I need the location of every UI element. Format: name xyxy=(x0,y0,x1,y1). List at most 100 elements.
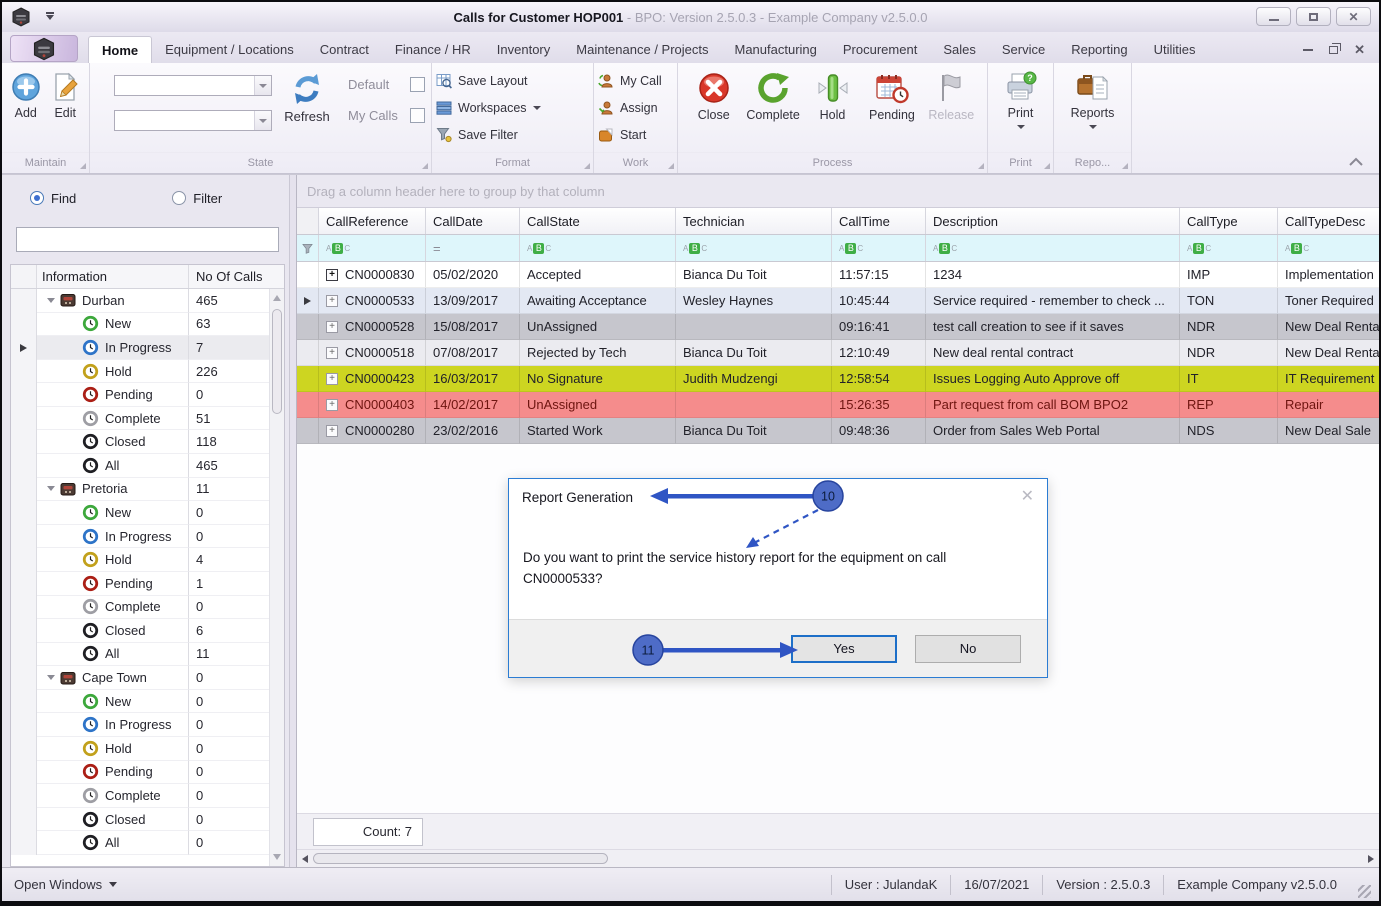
column-header-calltime[interactable]: CallTime xyxy=(832,208,926,234)
tree-item-in-progress[interactable]: In Progress 7 xyxy=(11,336,284,360)
tree-item-closed[interactable]: Closed 6 xyxy=(11,619,284,643)
save-filter-button[interactable]: Save Filter xyxy=(436,121,587,148)
group-dialog-launcher-icon[interactable] xyxy=(1044,163,1050,169)
group-dialog-launcher-icon[interactable] xyxy=(1122,163,1128,169)
call-row-cn0000423[interactable]: + CN0000423 16/03/2017 No Signature Judith M… xyxy=(297,366,1379,392)
expand-row-icon[interactable]: + xyxy=(326,294,338,307)
filter-cell-description[interactable]: ABC xyxy=(926,235,1180,261)
hold-button[interactable]: Hold xyxy=(803,67,862,152)
print-button[interactable]: ? Print xyxy=(994,67,1047,152)
column-header-description[interactable]: Description xyxy=(926,208,1180,234)
tab-contract[interactable]: Contract xyxy=(307,36,382,63)
expand-row-icon[interactable]: + xyxy=(326,398,338,411)
filter-funnel-icon[interactable] xyxy=(297,235,319,261)
column-header-calldate[interactable]: CallDate xyxy=(426,208,520,234)
expand-row-icon[interactable]: + xyxy=(326,372,338,385)
yes-button[interactable]: Yes xyxy=(791,634,897,663)
filter-cell-callreference[interactable]: ABC xyxy=(319,235,426,261)
scroll-right-icon[interactable] xyxy=(1368,855,1374,863)
scroll-up-icon[interactable] xyxy=(273,295,281,301)
column-header-calltype[interactable]: CallType xyxy=(1180,208,1278,234)
tree-item-hold[interactable]: Hold 0 xyxy=(11,736,284,761)
expand-arrow-icon[interactable] xyxy=(47,675,55,681)
open-windows-button[interactable]: Open Windows xyxy=(14,877,118,892)
search-input[interactable] xyxy=(16,227,279,252)
minimize-button[interactable] xyxy=(1256,7,1291,26)
filter-cell-callstate[interactable]: ABC xyxy=(520,235,676,261)
tab-procurement[interactable]: Procurement xyxy=(830,36,930,63)
collapse-ribbon-icon[interactable] xyxy=(1347,155,1365,167)
call-row-cn0000830[interactable]: + CN0000830 05/02/2020 Accepted Bianca Du To… xyxy=(297,262,1379,288)
tree-column-no-of-calls[interactable]: No Of Calls xyxy=(189,265,269,288)
tree-item-hold[interactable]: Hold 4 xyxy=(11,548,284,572)
assign-button[interactable]: Assign xyxy=(598,94,671,121)
tab-service[interactable]: Service xyxy=(989,36,1058,63)
tree-item-new[interactable]: New 0 xyxy=(11,689,284,714)
filter-radio[interactable]: Filter xyxy=(172,191,222,206)
group-dialog-launcher-icon[interactable] xyxy=(422,163,428,169)
tree-column-information[interactable]: Information xyxy=(37,265,189,288)
release-button[interactable]: Release xyxy=(922,67,981,152)
scroll-down-icon[interactable] xyxy=(273,854,281,860)
tab-sales[interactable]: Sales xyxy=(930,36,989,63)
call-row-cn0000533[interactable]: + CN0000533 13/09/2017 Awaiting Acceptance W… xyxy=(297,288,1379,314)
tab-maintenance-projects[interactable]: Maintenance / Projects xyxy=(563,36,721,63)
tab-inventory[interactable]: Inventory xyxy=(484,36,563,63)
expand-row-icon[interactable]: + xyxy=(326,424,338,437)
call-row-cn0000528[interactable]: + CN0000528 15/08/2017 UnAssigned 09:16:41 te… xyxy=(297,314,1379,340)
expand-row-icon[interactable]: + xyxy=(326,320,338,333)
call-row-cn0000280[interactable]: + CN0000280 23/02/2016 Started Work Bianca D… xyxy=(297,418,1379,444)
resize-grip[interactable] xyxy=(1358,885,1371,898)
tree-item-all[interactable]: All 11 xyxy=(11,642,284,667)
tree-item-new[interactable]: New 63 xyxy=(11,312,284,337)
column-header-technician[interactable]: Technician xyxy=(676,208,832,234)
tree-item-pending[interactable]: Pending 1 xyxy=(11,571,284,596)
column-header-calltypedesc[interactable]: CallTypeDesc xyxy=(1278,208,1379,234)
no-button[interactable]: No xyxy=(915,634,1021,663)
tab-manufacturing[interactable]: Manufacturing xyxy=(722,36,830,63)
expand-arrow-icon[interactable] xyxy=(47,486,55,492)
application-menu-button[interactable] xyxy=(10,35,78,62)
tree-item-all[interactable]: All 0 xyxy=(11,831,284,855)
call-row-cn0000403[interactable]: + CN0000403 14/02/2017 UnAssigned 15:26:35 Pa… xyxy=(297,392,1379,418)
tab-equipment-locations[interactable]: Equipment / Locations xyxy=(152,36,307,63)
tree-item-closed[interactable]: Closed 118 xyxy=(11,430,284,455)
dialog-close-icon[interactable]: ✕ xyxy=(1021,489,1034,505)
edit-button[interactable]: Edit xyxy=(48,67,84,152)
scrollbar-thumb[interactable] xyxy=(313,852,608,864)
state-combo-2[interactable] xyxy=(114,110,272,131)
my-calls-checkbox[interactable] xyxy=(410,108,425,123)
find-radio[interactable]: Find xyxy=(30,191,76,206)
add-button[interactable]: Add xyxy=(8,67,44,152)
expand-arrow-icon[interactable] xyxy=(47,297,55,303)
filter-cell-technician[interactable]: ABC xyxy=(676,235,832,261)
tree-item-pending[interactable]: Pending 0 xyxy=(11,383,284,407)
save-layout-button[interactable]: Save Layout xyxy=(436,67,587,94)
filter-cell-calltypedesc[interactable]: ABC xyxy=(1278,235,1379,261)
mdi-close-icon[interactable]: ✕ xyxy=(1354,43,1365,56)
group-by-bar[interactable]: Drag a column header here to group by th… xyxy=(297,175,1379,208)
expand-row-icon[interactable]: + xyxy=(326,346,338,359)
chevron-down-icon[interactable] xyxy=(254,111,271,130)
tree-item-complete[interactable]: Complete 51 xyxy=(11,406,284,431)
tree-item-all[interactable]: All 465 xyxy=(11,454,284,478)
tree-item-new[interactable]: New 0 xyxy=(11,501,284,525)
tab-reporting[interactable]: Reporting xyxy=(1058,36,1140,63)
start-button[interactable]: Start xyxy=(598,121,671,148)
scroll-left-icon[interactable] xyxy=(302,855,308,863)
tab-home[interactable]: Home xyxy=(88,36,153,63)
column-header-callstate[interactable]: CallState xyxy=(520,208,676,234)
filter-cell-calltime[interactable]: ABC xyxy=(832,235,926,261)
tree-item-pending[interactable]: Pending 0 xyxy=(11,760,284,785)
group-dialog-launcher-icon[interactable] xyxy=(978,163,984,169)
tab-finance-hr[interactable]: Finance / HR xyxy=(382,36,484,63)
mdi-minimize-icon[interactable] xyxy=(1303,48,1314,51)
tree-item-closed[interactable]: Closed 0 xyxy=(11,807,284,832)
default-checkbox[interactable] xyxy=(410,77,425,92)
maximize-button[interactable] xyxy=(1296,7,1331,26)
close-call-button[interactable]: Close xyxy=(684,67,743,152)
filter-cell-calldate[interactable]: = xyxy=(426,235,520,261)
filter-cell-calltype[interactable]: ABC xyxy=(1180,235,1278,261)
tree-item-in-progress[interactable]: In Progress 0 xyxy=(11,524,284,549)
horizontal-scrollbar[interactable] xyxy=(297,849,1379,867)
